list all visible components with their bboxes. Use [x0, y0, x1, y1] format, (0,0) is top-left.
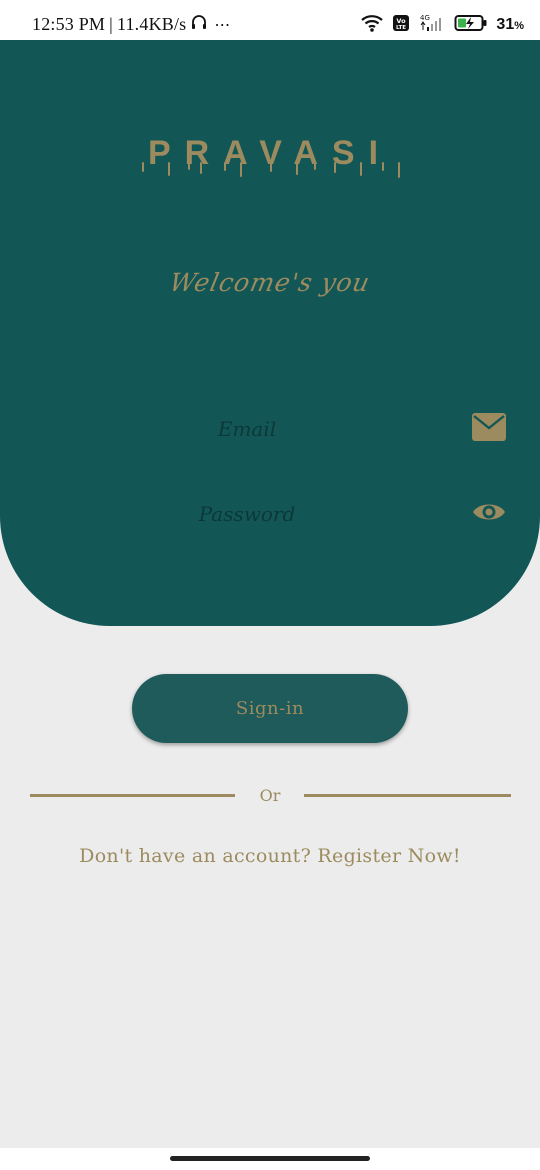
home-indicator[interactable] — [170, 1156, 370, 1161]
email-field — [60, 403, 510, 455]
login-panel: PRAVASI Welcome's you — [0, 40, 540, 626]
more-notifications-icon: ⋯ — [214, 15, 231, 34]
welcome-tagline: Welcome's you — [166, 268, 374, 297]
mail-icon — [472, 413, 506, 445]
status-separator: | — [109, 14, 113, 34]
register-link[interactable]: Don't have an account? Register Now! — [79, 845, 461, 867]
wifi-icon — [360, 13, 384, 37]
volte-icon: Vo LTE — [392, 13, 410, 37]
password-field — [60, 488, 510, 540]
status-bar-left: 12:53 PM | 11.4KB/s ⋯ — [32, 13, 231, 36]
navigation-bar — [0, 1148, 540, 1170]
app-logo: PRAVASI — [0, 132, 540, 182]
status-time: 12:53 PM — [32, 14, 106, 34]
password-input[interactable] — [60, 488, 434, 540]
svg-text:4G: 4G — [420, 14, 430, 22]
svg-text:Vo: Vo — [397, 17, 407, 25]
headphones-icon — [190, 13, 208, 36]
svg-text:LTE: LTE — [396, 25, 406, 31]
email-input[interactable] — [60, 403, 434, 455]
network-speed: 11.4KB/s — [116, 14, 187, 34]
battery-icon — [454, 13, 488, 37]
sign-in-button[interactable]: Sign-in — [132, 674, 408, 743]
logo-wordmark: PRAVASI — [142, 134, 400, 178]
eye-icon[interactable] — [472, 500, 506, 528]
register-prompt: Don't have an account? Register Now! — [0, 845, 540, 867]
status-bar-right: Vo LTE 4G 31% — [360, 12, 524, 38]
or-divider: Or — [0, 785, 540, 807]
battery-percentage: 31% — [496, 16, 524, 33]
divider-line-left — [30, 794, 235, 797]
signal-icon: 4G — [418, 12, 446, 38]
divider-line-right — [304, 794, 511, 797]
divider-label: Or — [259, 786, 281, 805]
